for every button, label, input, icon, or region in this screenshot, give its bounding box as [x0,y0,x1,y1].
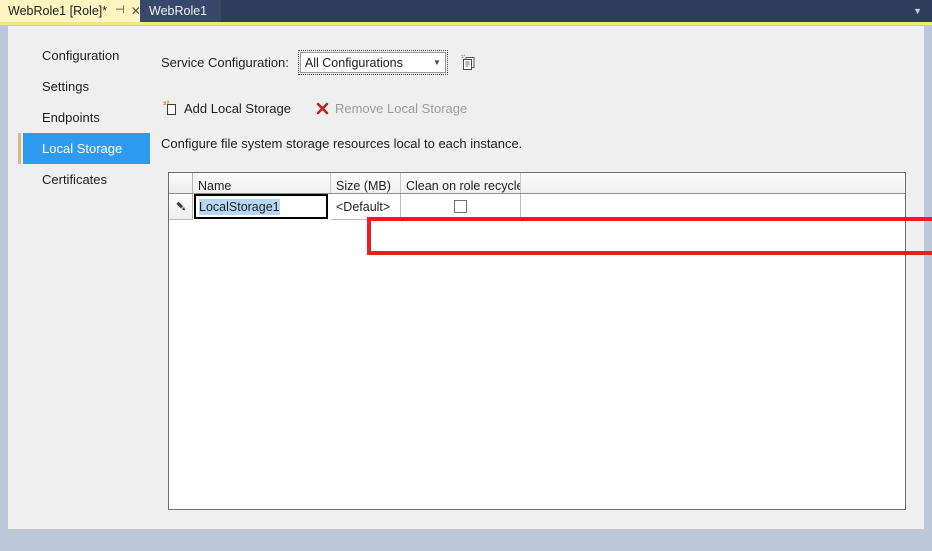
edit-pencil-icon [174,200,188,214]
sidebar-item-label: Settings [42,79,89,94]
sidebar-item-label: Configuration [42,48,119,63]
remove-local-storage-label: Remove Local Storage [335,101,467,116]
tab-webrole1-role[interactable]: WebRole1 [Role]* ⊣ ✕ [0,0,147,22]
add-local-storage-label: Add Local Storage [184,101,291,116]
add-local-storage-button[interactable]: Add Local Storage [161,98,293,118]
visual-studio-role-designer: WebRole1 [Role]* ⊣ ✕ WebRole1 ▼ Configur… [0,0,932,551]
chevron-down-icon[interactable]: ▼ [429,59,445,67]
tab-label: WebRole1 [Role]* [8,0,107,22]
window-frame: Configuration Settings Endpoints Local S… [0,25,932,551]
name-input-value: LocalStorage1 [199,199,280,215]
pin-icon[interactable]: ⊣ [115,5,125,16]
sidebar-item-label: Certificates [42,172,107,187]
tab-overflow-chevron-down-icon[interactable]: ▼ [913,0,922,22]
tab-label: WebRole1 [149,0,207,22]
clean-on-role-recycle-checkbox[interactable] [454,200,467,213]
designer-sidebar: Configuration Settings Endpoints Local S… [14,40,150,510]
sidebar-item-label: Local Storage [42,141,122,156]
copy-icon [461,54,477,71]
grid-header-row: Name Size (MB) Clean on role recycle [169,173,905,194]
grid-header-clean-on-role-recycle[interactable]: Clean on role recycle [401,173,521,193]
grid-header-size[interactable]: Size (MB) [331,173,401,193]
cell-name[interactable]: LocalStorage1 [193,194,331,220]
row-edit-indicator [169,194,193,220]
cell-clean-on-role-recycle[interactable] [401,194,521,220]
sidebar-item-certificates[interactable]: Certificates [14,164,150,195]
local-storage-pane: Service Configuration: All Configuration… [150,26,924,529]
remove-local-storage-button[interactable]: Remove Local Storage [313,99,469,118]
service-configuration-value: All Configurations [301,56,429,70]
copy-configuration-button[interactable] [458,52,480,73]
cell-size[interactable]: <Default> [331,194,401,220]
pane-description: Configure file system storage resources … [161,136,522,151]
sidebar-item-endpoints[interactable]: Endpoints [14,102,150,133]
tab-webrole1[interactable]: WebRole1 [140,0,221,22]
sidebar-item-local-storage[interactable]: Local Storage [23,133,150,164]
role-designer-surface: Configuration Settings Endpoints Local S… [8,26,924,529]
service-configuration-row: Service Configuration: All Configuration… [161,52,480,73]
grid-header-row-selector [169,173,193,193]
remove-x-icon [315,101,330,116]
grid-header-name[interactable]: Name [193,173,331,193]
service-configuration-dropdown[interactable]: All Configurations ▼ [300,52,446,73]
add-new-item-icon [163,100,179,116]
sidebar-item-label: Endpoints [42,110,100,125]
grid-header-filler [521,173,905,193]
sidebar-item-configuration[interactable]: Configuration [14,40,150,71]
local-storage-grid[interactable]: Name Size (MB) Clean on role recycle [168,172,906,510]
name-input[interactable]: LocalStorage1 [194,194,328,219]
tab-strip: WebRole1 [Role]* ⊣ ✕ WebRole1 ▼ [0,0,932,22]
table-row[interactable]: LocalStorage1 <Default> [169,194,905,220]
cell-filler [521,194,905,220]
service-configuration-label: Service Configuration: [161,55,289,70]
local-storage-toolbar: Add Local Storage Remove Local Storage [161,98,469,118]
sidebar-item-settings[interactable]: Settings [14,71,150,102]
